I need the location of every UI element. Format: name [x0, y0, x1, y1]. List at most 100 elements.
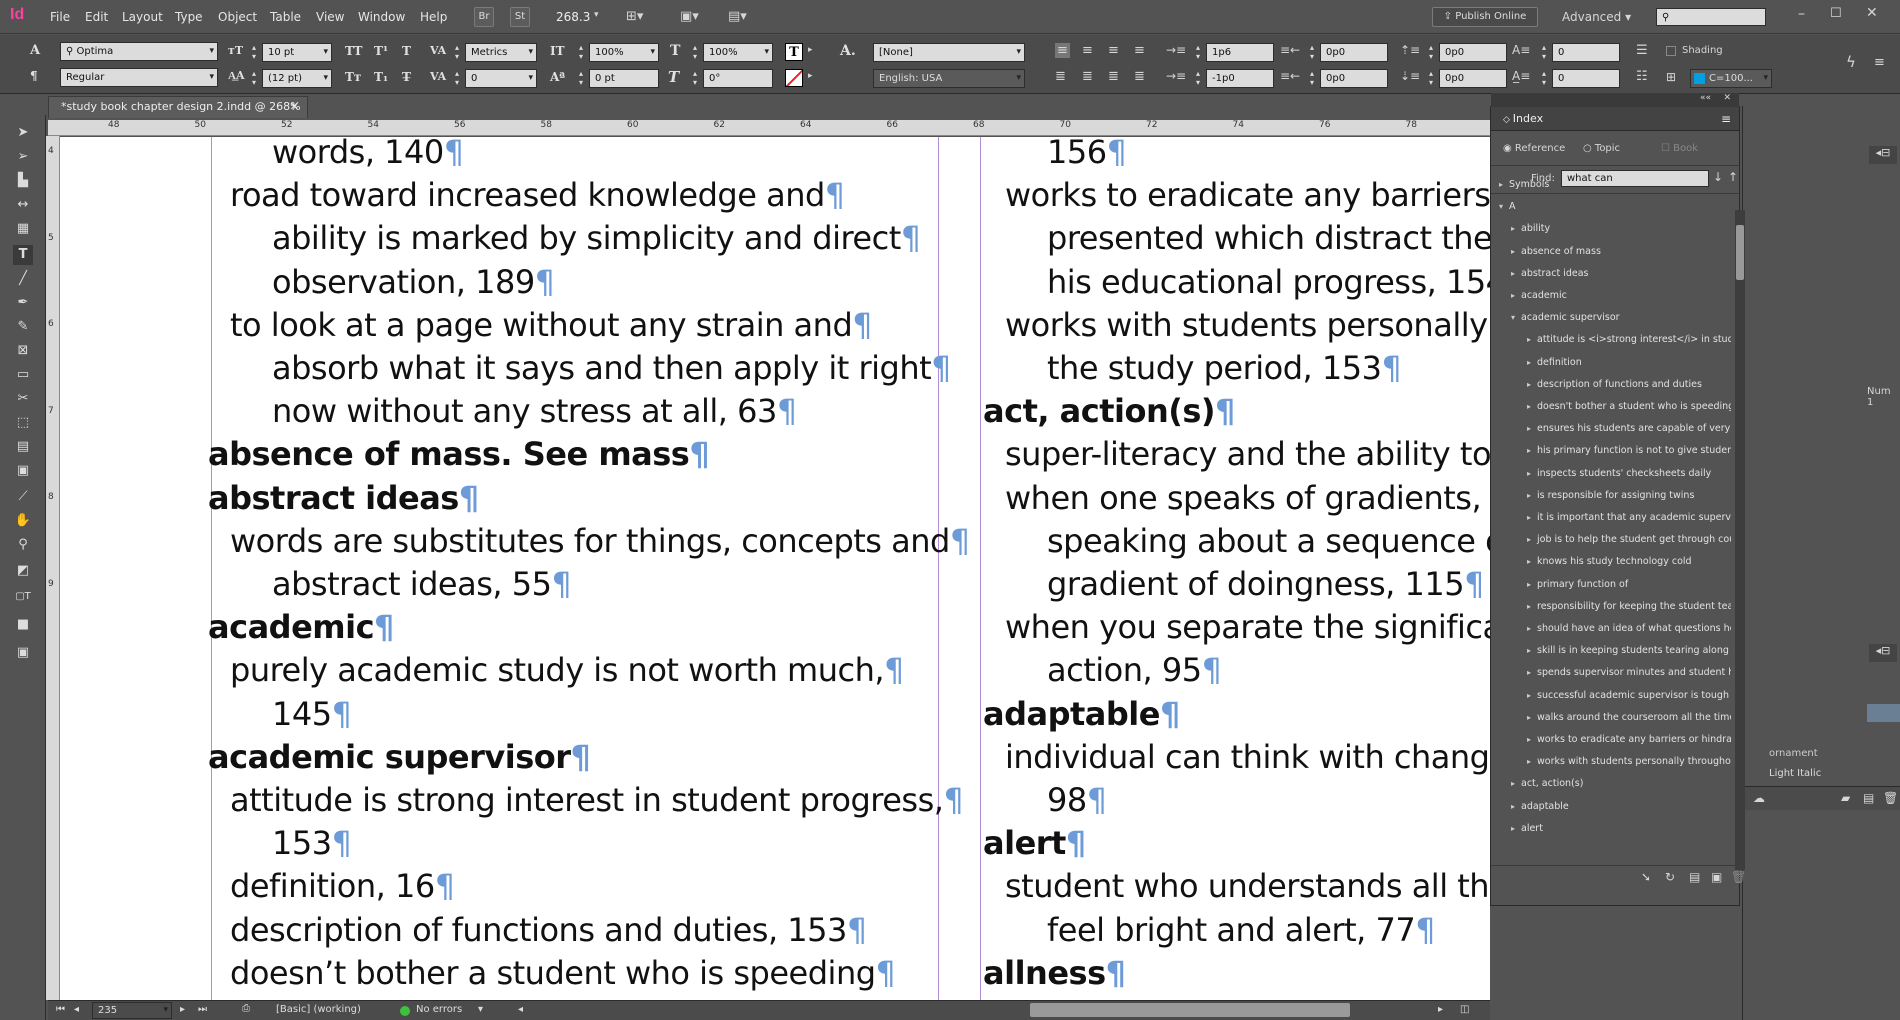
split-layout-icon[interactable]: ◫ — [1460, 1004, 1469, 1015]
disclosure-closed-icon[interactable]: ▸ — [1527, 757, 1537, 766]
index-tree-item[interactable]: ▸ definition — [1527, 357, 1731, 368]
strikethrough-icon[interactable]: T̶ — [402, 70, 411, 84]
paragraph-border-icon[interactable]: ⊞ — [1666, 70, 1676, 84]
style-light-italic[interactable]: Light Italic — [1769, 768, 1821, 779]
vertical-ruler[interactable]: 4 5 6 7 8 9 — [46, 136, 60, 1000]
index-entry-line[interactable]: abstract ideas, 55¶ — [272, 563, 572, 606]
dropcap-chars-stepper[interactable]: ▴ ▾ — [1539, 69, 1549, 88]
close-icon[interactable]: ✕ — [1866, 5, 1878, 21]
maximize-icon[interactable]: ☐ — [1830, 6, 1842, 21]
index-tree-item[interactable]: ▸ primary function of — [1527, 579, 1731, 590]
all-caps-icon[interactable]: TT — [345, 44, 362, 58]
font-size-field[interactable]: 10 pt — [262, 43, 332, 62]
chevron-right-icon[interactable]: ▸ — [808, 71, 813, 81]
index-entry-line[interactable]: to look at a page without any strain and… — [230, 304, 873, 347]
index-scroll-thumb[interactable] — [1736, 225, 1744, 280]
bulleted-list-icon[interactable]: ☰ — [1636, 43, 1648, 58]
dock-collapse-icon[interactable]: ◂⊟ — [1869, 644, 1897, 662]
index-tree-item[interactable]: ▸ adaptable — [1511, 801, 1731, 812]
index-entry-line[interactable]: 156¶ — [1047, 137, 1127, 174]
index-heading[interactable]: academic supervisor¶ — [208, 736, 591, 779]
text-fill-icon[interactable]: T — [785, 43, 803, 61]
font-family-field[interactable]: ⚲ Optima — [60, 42, 218, 61]
horizontal-scale-stepper[interactable]: ▴ ▾ — [690, 43, 700, 62]
new-entry-icon[interactable]: ▣ — [1711, 870, 1722, 884]
disclosure-closed-icon[interactable]: ▸ — [1527, 358, 1537, 367]
space-before-stepper[interactable]: ▴ ▾ — [1426, 43, 1436, 62]
disclosure-closed-icon[interactable]: ▸ — [1527, 580, 1537, 589]
eyedropper-icon[interactable]: ⟋ — [13, 487, 33, 507]
index-tree-item[interactable]: ▸ attitude is <i>strong interest</i> in s… — [1527, 334, 1731, 345]
type-tool-icon[interactable]: T — [13, 245, 33, 265]
right-indent-field[interactable]: 0p0 — [1320, 43, 1388, 62]
index-entry-line[interactable]: words, 140¶ — [272, 137, 464, 174]
index-tree-item[interactable]: ▸ inspects students' checksheets daily — [1527, 468, 1731, 479]
index-tree-item[interactable]: ▸ responsibility for keeping the student … — [1527, 601, 1731, 612]
index-tree-item[interactable]: ▸ ability — [1511, 223, 1731, 234]
index-entry-line[interactable]: speaking about a sequence o¶ — [1047, 520, 1490, 563]
horizontal-scale-field[interactable]: 100% — [703, 43, 773, 62]
index-tree-item[interactable]: ▸ description of functions and duties — [1527, 379, 1731, 390]
align-center-icon[interactable]: ≡ — [1082, 43, 1093, 58]
index-heading[interactable]: act, action(s)¶ — [983, 390, 1235, 433]
baseline-shift-field[interactable]: 0 pt — [589, 69, 659, 88]
index-entry-line[interactable]: ability is marked by simplicity and dire… — [272, 217, 921, 260]
index-tree-item[interactable]: ▸ doesn't bother a student who is speedin… — [1527, 401, 1731, 412]
dock-collapse-icon[interactable]: ◂⊟ — [1869, 146, 1897, 164]
index-entry-line[interactable]: 145¶ — [272, 693, 352, 736]
font-size-stepper[interactable]: ▴ ▾ — [249, 43, 259, 62]
page-tool-icon[interactable]: ▙ — [13, 171, 33, 191]
document-page[interactable]: words, 140¶ road toward increased knowled… — [60, 137, 1490, 1000]
kerning-field[interactable]: Metrics — [465, 43, 537, 62]
index-entry-line[interactable]: attitude is strong interest in student p… — [230, 779, 964, 822]
book-checkbox[interactable]: ☐ Book — [1661, 143, 1698, 154]
disclosure-closed-icon[interactable]: ▸ — [1511, 824, 1521, 833]
tracking-field[interactable]: 0 — [465, 69, 537, 88]
note-tool-icon[interactable]: ▣ — [13, 461, 33, 481]
index-tree-item[interactable]: ▸ walks around the courseroom all the tim… — [1527, 712, 1731, 723]
disclosure-closed-icon[interactable]: ▸ — [1527, 424, 1537, 433]
space-after-stepper[interactable]: ▴ ▾ — [1426, 69, 1436, 88]
disclosure-open-icon[interactable]: ▾ — [1499, 202, 1509, 211]
index-tree-item[interactable]: ▸ academic — [1511, 290, 1731, 301]
index-tree-item[interactable]: ▸ Symbols — [1499, 179, 1731, 190]
justify-center-icon[interactable]: ≣ — [1082, 69, 1093, 84]
scroll-left-icon[interactable]: ◂ — [518, 1004, 523, 1015]
formatting-container-icon[interactable]: ▢T — [13, 587, 33, 607]
disclosure-closed-icon[interactable]: ▸ — [1527, 713, 1537, 722]
index-tree-item[interactable]: ▸ should have an idea of what questions h… — [1527, 623, 1731, 634]
shading-color-field[interactable]: C=100... — [1690, 69, 1772, 88]
index-tree-item[interactable]: ▸ is responsible for assigning twins — [1527, 490, 1731, 501]
disclosure-closed-icon[interactable]: ▸ — [1527, 491, 1537, 500]
index-tree-item[interactable]: ▸ his primary function is not to give stu… — [1527, 445, 1731, 456]
reference-radio[interactable]: ◉ Reference — [1503, 143, 1565, 154]
index-tree-item[interactable]: ▾ academic supervisor — [1511, 312, 1731, 323]
dropcap-lines-field[interactable]: 0 — [1552, 43, 1620, 62]
search-input[interactable]: ⚲ — [1656, 8, 1766, 26]
vertical-scale-field[interactable]: 100% — [589, 43, 659, 62]
disclosure-closed-icon[interactable]: ▸ — [1527, 469, 1537, 478]
panel-menu-icon[interactable]: ≡ — [1874, 55, 1885, 70]
index-entry-line[interactable]: now without any stress at all, 63¶ — [272, 390, 797, 433]
index-heading[interactable]: abstract ideas¶ — [208, 477, 479, 520]
index-entry-line[interactable]: student who understands all the¶ — [1005, 865, 1490, 908]
index-panel-header[interactable]: ◇ Index ≡ — [1491, 107, 1739, 131]
page-number-field[interactable]: 235 — [92, 1002, 172, 1019]
menu-layout[interactable]: Layout — [122, 10, 163, 24]
disclosure-closed-icon[interactable]: ▸ — [1527, 624, 1537, 633]
align-towards-spine-icon[interactable]: ≡ — [1134, 43, 1145, 58]
preflight-errors[interactable]: No errors — [416, 1004, 462, 1015]
disclosure-closed-icon[interactable]: ▸ — [1499, 180, 1509, 189]
document-tab[interactable]: *study book chapter design 2.indd @ 268%… — [48, 96, 308, 118]
zoom-level[interactable]: 268.3 — [556, 10, 590, 24]
skew-stepper[interactable]: ▴ ▾ — [690, 69, 700, 88]
left-indent-stepper[interactable]: ▴ ▾ — [1193, 43, 1203, 62]
open-page-icon[interactable]: ⎙ — [242, 1003, 250, 1014]
apply-color-icon[interactable]: ■ — [13, 615, 33, 635]
last-line-indent-stepper[interactable]: ▴ ▾ — [1307, 69, 1317, 88]
leading-field[interactable]: (12 pt) — [262, 69, 332, 88]
disclosure-closed-icon[interactable]: ▸ — [1527, 402, 1537, 411]
index-heading[interactable]: adaptable¶ — [983, 693, 1180, 736]
disclosure-closed-icon[interactable]: ▸ — [1527, 380, 1537, 389]
index-entry-line[interactable]: gradient of doingness, 115¶ — [1047, 563, 1484, 606]
